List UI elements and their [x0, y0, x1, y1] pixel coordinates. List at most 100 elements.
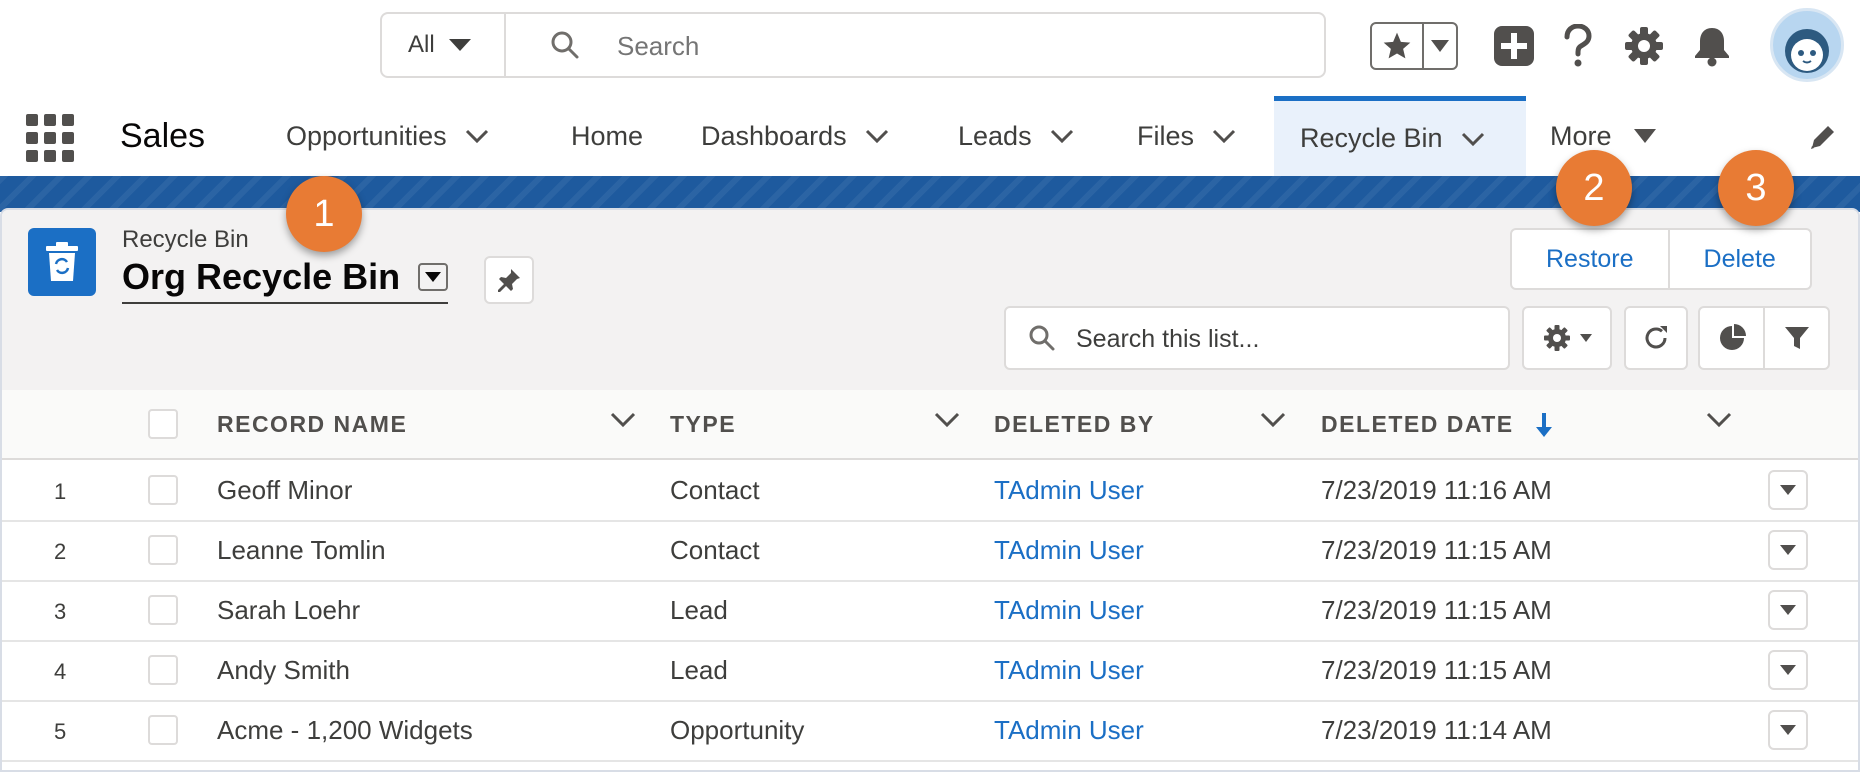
refresh-icon	[1645, 326, 1667, 349]
chevron-down-icon[interactable]	[865, 129, 889, 143]
row-actions-button[interactable]	[1768, 710, 1808, 750]
search-icon	[1028, 324, 1056, 357]
nav-item-dashboards[interactable]: Dashboards	[701, 96, 889, 176]
chart-filter-button-group	[1698, 306, 1830, 370]
sort-descending-arrow-icon	[1536, 413, 1552, 437]
row-checkbox[interactable]	[148, 715, 178, 745]
chevron-down-icon[interactable]	[1461, 132, 1485, 146]
delete-button[interactable]: Delete	[1667, 230, 1810, 288]
deleted-date-cell: 7/23/2019 11:15 AM	[1321, 655, 1552, 685]
row-number: 4	[54, 659, 67, 684]
chevron-down-icon[interactable]	[1050, 129, 1074, 143]
column-header-deleted-date[interactable]: DELETED DATE	[1321, 390, 1514, 458]
search-scope-dropdown[interactable]: All	[382, 14, 506, 76]
setup-button[interactable]	[1620, 22, 1668, 70]
chevron-down-icon[interactable]	[465, 129, 489, 143]
deleted-by-link[interactable]: TAdmin User	[994, 700, 1144, 760]
list-view-dropdown-button[interactable]	[418, 263, 449, 291]
row-actions-button[interactable]	[1768, 590, 1808, 630]
list-view-card: Recycle Bin Org Recycle Bin Restore Dele…	[0, 208, 1860, 772]
chevron-down-icon[interactable]	[1212, 129, 1236, 143]
nav-item-label: More	[1550, 120, 1612, 151]
column-header-deleted-by[interactable]: DELETED BY	[994, 390, 1155, 458]
row-actions-button[interactable]	[1768, 530, 1808, 570]
chevron-down-icon[interactable]	[610, 412, 636, 428]
table-row[interactable]: 1 Geoff Minor Contact TAdmin User 7/23/2…	[2, 460, 1858, 522]
row-checkbox[interactable]	[148, 595, 178, 625]
row-actions-button[interactable]	[1768, 470, 1808, 510]
deleted-by-link[interactable]: TAdmin User	[994, 520, 1144, 580]
app-name: Sales	[120, 117, 206, 155]
table-row[interactable]: 5 Acme - 1,200 Widgets Opportunity TAdmi…	[2, 700, 1858, 762]
deleted-date-cell: 7/23/2019 11:15 AM	[1321, 535, 1552, 565]
nav-item-files[interactable]: Files	[1137, 96, 1236, 176]
restore-button[interactable]: Restore	[1512, 230, 1668, 288]
list-view-controls-button[interactable]	[1522, 306, 1612, 370]
recycle-bin-icon	[46, 242, 78, 281]
search-scope-label: All	[408, 31, 435, 58]
chevron-down-icon[interactable]	[1260, 412, 1286, 428]
user-avatar[interactable]	[1770, 8, 1844, 82]
type-cell: Contact	[670, 475, 760, 505]
deleted-by-link[interactable]: TAdmin User	[994, 640, 1144, 700]
row-number: 3	[54, 599, 67, 624]
record-name-cell: Sarah Loehr	[217, 595, 361, 625]
nav-item-label: Home	[571, 120, 644, 151]
column-header-type[interactable]: TYPE	[670, 390, 736, 458]
caret-down-icon	[1780, 485, 1796, 495]
pin-list-view-button[interactable]	[484, 256, 534, 304]
search-list-input[interactable]	[1074, 308, 1498, 370]
table-row[interactable]: 2 Leanne Tomlin Contact TAdmin User 7/23…	[2, 520, 1858, 582]
deleted-by-link[interactable]: TAdmin User	[994, 460, 1144, 520]
chevron-down-icon[interactable]	[934, 412, 960, 428]
nav-item-opportunities[interactable]: Opportunities	[286, 96, 489, 176]
nav-item-recycle-bin[interactable]: Recycle Bin	[1274, 96, 1526, 176]
type-cell: Opportunity	[670, 715, 805, 745]
row-checkbox[interactable]	[148, 475, 178, 505]
list-view-header: Recycle Bin Org Recycle Bin Restore Dele…	[2, 210, 1858, 392]
notifications-button[interactable]	[1688, 22, 1736, 70]
caret-down-icon	[1431, 40, 1449, 52]
setup-gear-icon	[1625, 27, 1663, 65]
row-number: 5	[54, 719, 67, 744]
filter-button[interactable]	[1763, 308, 1828, 368]
nav-item-label: Leads	[958, 120, 1032, 151]
callout-badge-3: 3	[1718, 150, 1794, 226]
select-all-checkbox[interactable]	[148, 409, 178, 439]
favorites-star-button[interactable]	[1372, 24, 1424, 68]
gear-icon	[1544, 325, 1570, 351]
table-row[interactable]: 3 Sarah Loehr Lead TAdmin User 7/23/2019…	[2, 580, 1858, 642]
global-search-input[interactable]	[615, 14, 1279, 78]
row-number: 2	[54, 539, 67, 564]
caret-down-icon	[1780, 725, 1796, 735]
nav-item-home[interactable]: Home	[571, 96, 643, 176]
row-number: 1	[54, 479, 67, 504]
column-header-record-name[interactable]: RECORD NAME	[217, 390, 407, 458]
table-row[interactable]: 4 Andy Smith Lead TAdmin User 7/23/2019 …	[2, 640, 1858, 702]
recycle-bin-object-icon	[28, 228, 96, 296]
row-actions-button[interactable]	[1768, 650, 1808, 690]
type-cell: Contact	[670, 535, 760, 565]
help-button[interactable]	[1554, 22, 1602, 70]
table-header-row: RECORD NAME TYPE DELETED BY DELETED DATE	[2, 390, 1858, 460]
charts-button[interactable]	[1700, 308, 1763, 368]
row-checkbox[interactable]	[148, 655, 178, 685]
row-checkbox[interactable]	[148, 535, 178, 565]
refresh-button[interactable]	[1624, 306, 1688, 370]
edit-nav-button[interactable]	[1808, 122, 1838, 157]
favorites-dropdown-button[interactable]	[1424, 24, 1456, 68]
caret-down-icon	[1780, 545, 1796, 555]
nav-item-leads[interactable]: Leads	[958, 96, 1074, 176]
astro-avatar-icon	[1785, 29, 1829, 73]
pie-chart-icon	[1719, 324, 1746, 350]
list-view-selector[interactable]: Org Recycle Bin	[122, 256, 449, 304]
caret-down-icon	[1633, 129, 1656, 143]
deleted-by-link[interactable]: TAdmin User	[994, 580, 1144, 640]
caret-down-icon	[1780, 605, 1796, 615]
favorites-button-group	[1370, 22, 1458, 70]
global-actions-button[interactable]	[1490, 22, 1538, 70]
global-header: All	[0, 0, 1860, 96]
app-launcher-waffle-icon[interactable]	[26, 114, 74, 162]
list-actions-button-group: Restore Delete	[1510, 228, 1812, 290]
chevron-down-icon[interactable]	[1706, 412, 1732, 428]
